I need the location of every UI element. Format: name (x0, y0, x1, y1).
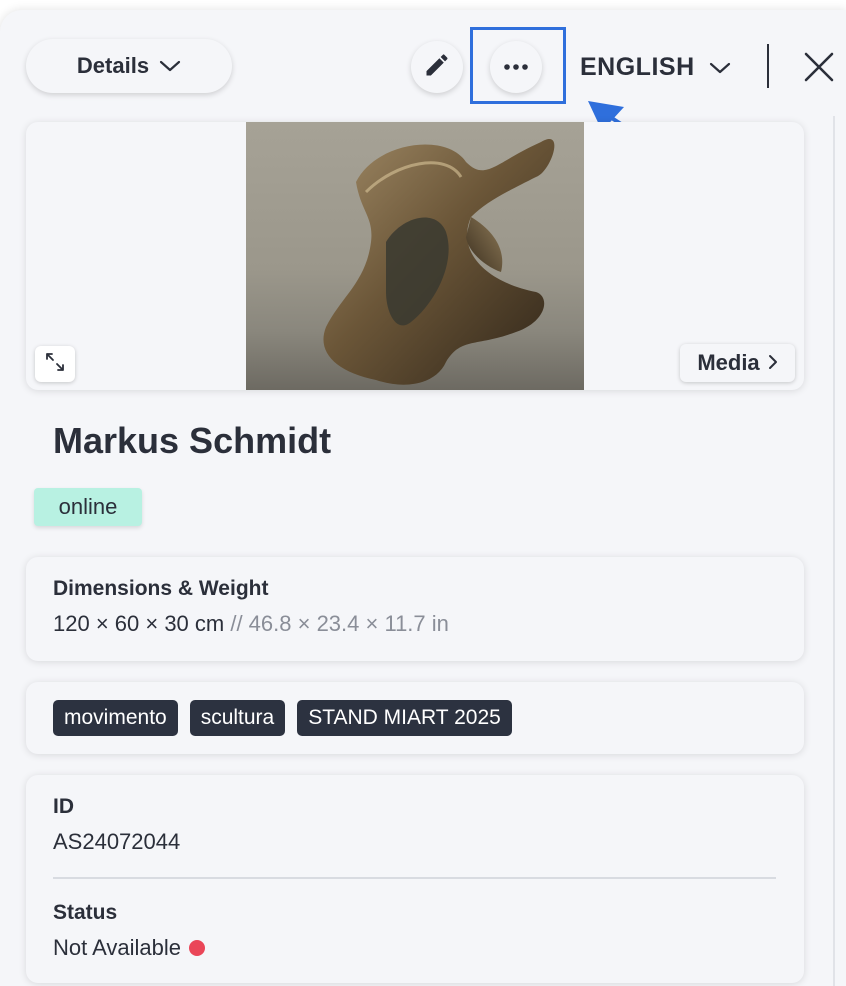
header-divider (767, 44, 769, 88)
media-button-label: Media (697, 350, 760, 375)
dimensions-imperial: // 46.8 × 23.4 × 11.7 in (224, 611, 449, 636)
tag-chip[interactable]: scultura (189, 700, 286, 736)
info-divider (53, 877, 776, 879)
dimensions-metric: 120 × 60 × 30 cm (53, 611, 225, 636)
view-select-dropdown[interactable]: Details (26, 39, 232, 93)
dimensions-label: Dimensions & Weight (53, 577, 269, 600)
expand-button[interactable] (35, 346, 75, 382)
artwork-title: Markus Schmidt (53, 420, 332, 461)
language-dropdown[interactable]: ENGLISH (580, 50, 731, 84)
id-value: AS24072044 (53, 829, 181, 854)
highlight-box (470, 27, 566, 104)
pencil-icon (423, 51, 451, 84)
chevron-right-icon (768, 350, 778, 376)
status-badge: online (34, 488, 142, 526)
close-button[interactable] (800, 48, 838, 86)
status-label: Status (53, 901, 118, 924)
status-value-row: Not Available (53, 935, 777, 961)
dimensions-value: 120 × 60 × 30 cm // 46.8 × 23.4 × 11.7 i… (53, 611, 777, 637)
chevron-down-icon (159, 53, 181, 79)
expand-icon (43, 350, 67, 379)
tags-card: movimento scultura STAND MIART 2025 (26, 682, 804, 754)
language-label: ENGLISH (580, 52, 695, 81)
status-dot-icon (189, 940, 206, 956)
chevron-down-icon (709, 53, 731, 82)
sculpture-image-icon (323, 138, 555, 385)
status-value: Not Available (53, 935, 182, 960)
id-label: ID (53, 795, 74, 818)
dimensions-card: Dimensions & Weight 120 × 60 × 30 cm // … (26, 557, 804, 661)
artwork-image[interactable] (246, 122, 584, 390)
tag-chip[interactable]: STAND MIART 2025 (297, 700, 512, 736)
media-button[interactable]: Media (680, 344, 795, 382)
info-card: ID AS24072044 Status Not Available (26, 775, 804, 983)
tag-chip[interactable]: movimento (53, 700, 178, 736)
edit-button[interactable] (411, 41, 463, 93)
artwork-detail-panel: Details ENGLISH Media Markus Schmidt onl… (0, 10, 846, 986)
view-select-label: Details (76, 53, 150, 78)
close-icon (800, 52, 838, 90)
media-card: Media (26, 122, 804, 390)
scrollbar-track[interactable] (833, 116, 835, 986)
panel-header: Details ENGLISH (0, 10, 846, 181)
